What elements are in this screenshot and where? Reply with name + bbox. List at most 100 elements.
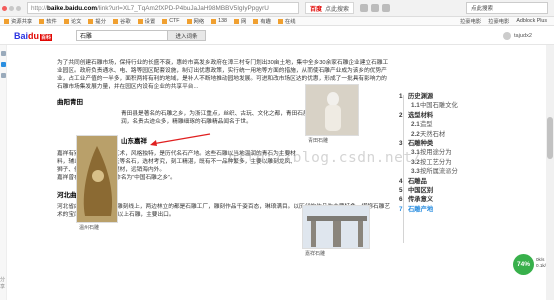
carved-stone-icon (83, 146, 113, 216)
toc-number: 6 (399, 196, 403, 204)
baidu-baike-logo[interactable]: Bai du 百科 (14, 31, 53, 41)
browser-toolbar: http://baike.baidu.com/link?url=XL7_TqAm… (0, 0, 554, 17)
toc-number: 2.1 (411, 121, 420, 129)
toc-item[interactable]: 3.3 按所属流派分 (399, 167, 519, 176)
folder-icon (211, 18, 217, 24)
back-icon[interactable] (9, 5, 14, 11)
folder-icon (253, 18, 259, 24)
table-of-contents: 1 历史渊源 1.1 中国石雕文化 2 选型材料 2.1 造型 2.2 天然石材 3 石雕种类 3.1 按… (399, 92, 519, 214)
baike-header: Bai du 百科 石雕 进入词条 tajudx2 (0, 27, 554, 45)
toc-item[interactable]: 3 石雕种类 (399, 139, 519, 148)
bookmarks-right-group: 拉豪电影 拉豪电影 Adblock Plus (460, 17, 554, 25)
folder-icon (113, 18, 119, 24)
bookmark-item[interactable]: CTF (162, 18, 180, 24)
toc-number: 1.1 (411, 102, 420, 110)
toc-label: 中国区别 (408, 187, 434, 195)
addr-tool-icons (360, 4, 393, 12)
folder-icon (88, 18, 94, 24)
bookmark-item[interactable]: 论文 (63, 17, 81, 25)
toc-label: 天然石材 (420, 130, 446, 138)
toc-item[interactable]: 1.1 中国石雕文化 (399, 101, 519, 110)
toc-number: 1 (399, 93, 403, 100)
statue-figure-icon (325, 92, 341, 131)
toc-number: 7 (399, 205, 403, 213)
folder-icon (277, 18, 283, 24)
bookmarks-bar: 资源共享 软件 论文 提分 谷歌 设置 CTF 网络 138 网有趣 在线 拉豪电影 拉豪电影 Adblo… (0, 17, 554, 26)
toc-number: 5 (399, 187, 403, 195)
toc-label: 历史渊源 (408, 93, 434, 100)
folder-icon (234, 18, 239, 24)
vertical-scrollbar[interactable] (546, 45, 554, 300)
star-icon[interactable] (371, 4, 380, 12)
toc-item[interactable]: 4 石雕品 (399, 177, 519, 186)
toc-label: 石雕产地 (408, 205, 434, 213)
toc-item[interactable]: 6 传承意义 (399, 195, 519, 204)
toc-number: 2 (399, 111, 403, 119)
collect-icon[interactable] (1, 51, 6, 56)
toc-item[interactable]: 2 选型材料 (399, 111, 519, 120)
toc-label: 按用途分为 (420, 149, 452, 157)
bookmark-item[interactable]: 软件 (39, 17, 57, 25)
menu-icon[interactable] (382, 4, 391, 12)
toc-item[interactable]: 7 石雕产地 (399, 205, 519, 214)
image-jiaxiang-carving[interactable]: 嘉祥石雕 (302, 205, 370, 257)
left-sidebar-strip (0, 45, 7, 300)
toc-label: 中国石雕文化 (420, 102, 458, 110)
bookmark-item[interactable]: 在线 (277, 17, 296, 25)
like-icon[interactable] (1, 73, 6, 78)
tab-title[interactable]: 点此搜索 (466, 2, 548, 14)
toc-item[interactable]: 2.1 造型 (399, 120, 519, 129)
user-menu[interactable]: tajudx2 (502, 31, 532, 40)
bookmark-item-right[interactable]: Adblock Plus (516, 17, 547, 25)
bookmark-item[interactable]: 网络 (186, 17, 204, 25)
bookmark-item[interactable]: 有趣 (253, 17, 271, 25)
toc-label: 选型材料 (408, 111, 434, 119)
bookmark-item[interactable]: 网 (234, 17, 246, 25)
blog-watermark: http://blog.csdn.net/ (228, 150, 422, 166)
bookmark-item-right[interactable]: 拉豪电影 (488, 17, 509, 25)
toc-item[interactable]: 1 历史渊源 (399, 92, 519, 101)
forward-icon[interactable] (16, 5, 21, 11)
bookmark-item[interactable]: 138 (211, 18, 227, 24)
toc-label: 按工艺分为 (420, 158, 452, 166)
toc-number: 3.2 (411, 158, 420, 166)
speed-badge[interactable]: 74% (513, 254, 534, 275)
toc-label: 石雕品 (408, 177, 427, 185)
toc-label: 造型 (420, 121, 433, 129)
avatar (502, 31, 511, 40)
paragraph-qingtian: 青田县是著名的石雕之乡，为浙江重点，丝织、古玩、文化之都，青田石质地温润，名贵古… (121, 111, 321, 125)
toc-label: 传承意义 (408, 196, 434, 204)
toc-number: 2.2 (411, 130, 420, 138)
share-label: 分享 (0, 277, 6, 290)
toc-label: 石雕种类 (408, 140, 434, 148)
toc-item[interactable]: 2.2 天然石材 (399, 130, 519, 139)
browser-search-box[interactable]: 百度 点此搜索 (305, 2, 355, 14)
toc-number: 3.1 (411, 149, 420, 157)
bookmark-item[interactable]: 资源共享 (4, 17, 32, 25)
close-window-icon[interactable] (2, 5, 7, 11)
folder-icon (186, 18, 192, 24)
toc-item[interactable]: 5 中国区别 (399, 186, 519, 195)
toc-number: 3.3 (411, 168, 420, 176)
bookmark-item[interactable]: 设置 (137, 17, 155, 25)
toc-number: 4 (399, 177, 403, 185)
scroll-thumb[interactable] (547, 117, 553, 159)
image-wenzhou-carving[interactable]: 青田石雕 (305, 84, 359, 144)
folder-icon (162, 18, 168, 24)
image-qingtian-carving[interactable]: 温州石雕 (76, 135, 118, 231)
toc-label: 按所属流派分 (420, 168, 458, 176)
share-icon[interactable] (1, 62, 6, 67)
toc-number: 3 (399, 140, 403, 148)
bookmark-item[interactable]: 提分 (88, 17, 106, 25)
arrow-annotation-icon (150, 133, 211, 146)
enter-entry-button[interactable]: 进入词条 (168, 30, 207, 41)
toc-item[interactable]: 3.1 按用途分为 (399, 148, 519, 157)
address-bar[interactable]: http://baike.baidu.com/link?url=XL7_TqAm… (27, 2, 299, 14)
folder-icon (137, 18, 143, 24)
toc-item[interactable]: 3.2 按工艺分为 (399, 158, 519, 167)
refresh-icon[interactable] (360, 4, 369, 12)
folder-icon (39, 18, 45, 24)
bookmark-item-right[interactable]: 拉豪电影 (460, 17, 481, 25)
baike-search-input[interactable]: 石雕 (76, 30, 169, 41)
bookmark-item[interactable]: 谷歌 (113, 17, 131, 25)
